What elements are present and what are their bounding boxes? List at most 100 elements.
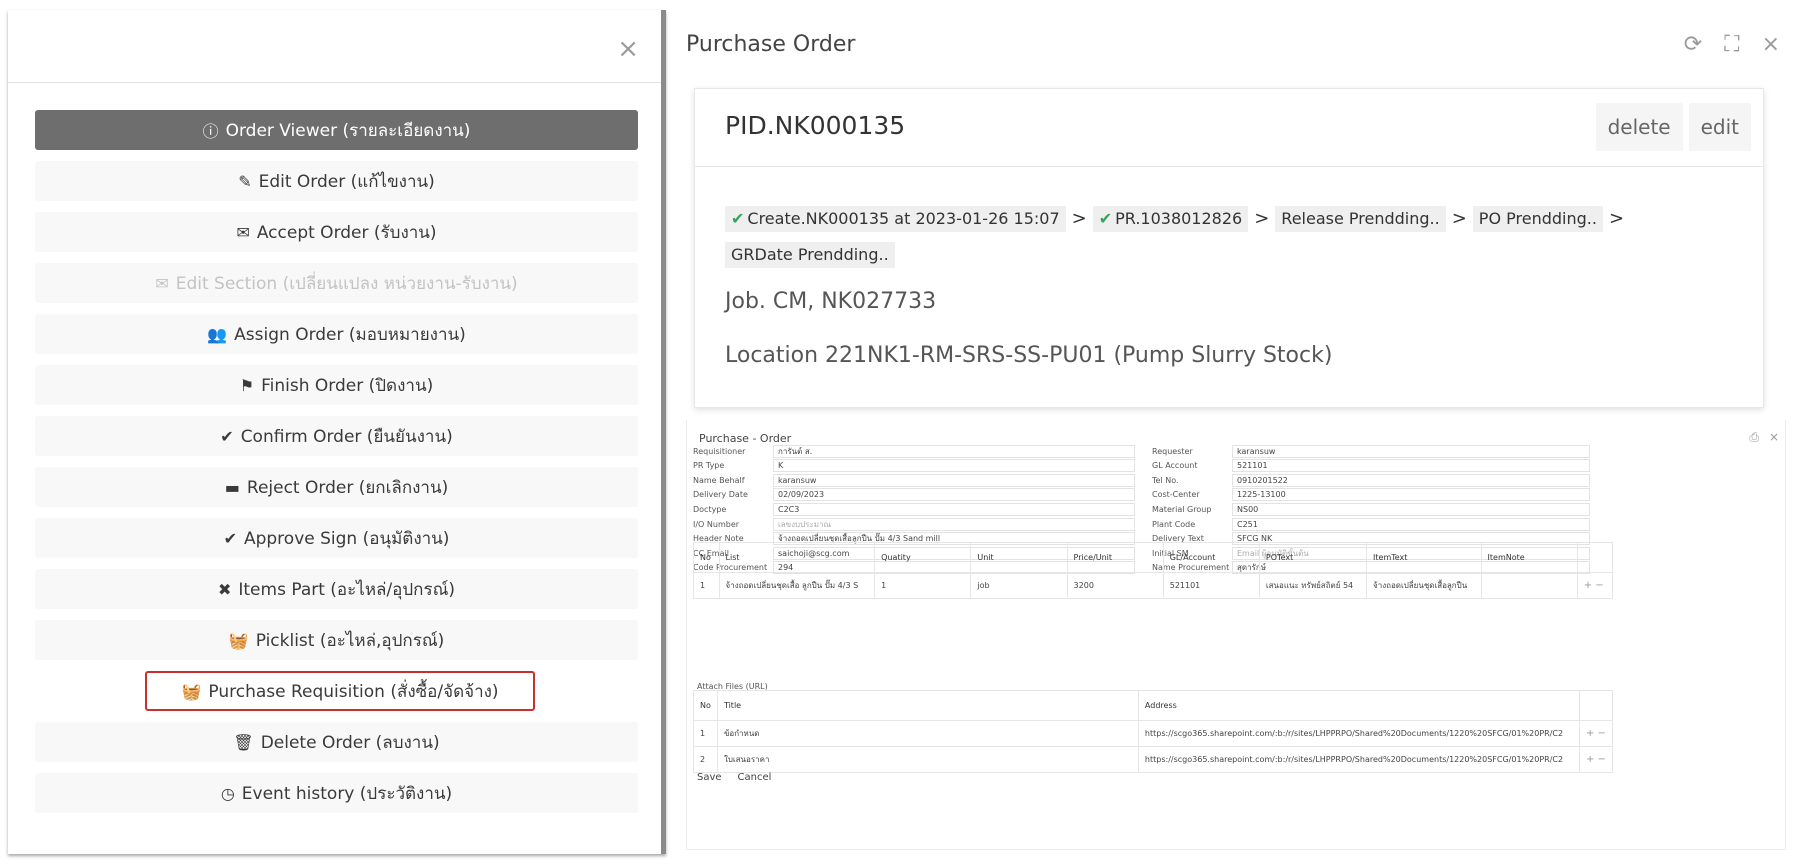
items-table: No List Quatity Unit Price/Unit GL/Account POT…	[693, 542, 1614, 599]
table-header-cell: GL/Account	[1162, 542, 1260, 573]
job-text: Job. CM, NK027733	[725, 289, 937, 314]
menu-item-icon: 🧺	[228, 630, 249, 650]
form-field-input[interactable]: 521101	[1232, 459, 1590, 473]
menu-item-label: Confirm Order (ยืนยันงาน)	[240, 426, 453, 447]
menu-item-icon: 🧺	[181, 681, 202, 701]
close-icon[interactable]: ×	[1762, 32, 1780, 57]
workflow-step: GRDate Prendding..	[725, 242, 895, 268]
fullscreen-icon[interactable]: ⛶	[1724, 32, 1739, 57]
menu-item-8[interactable]: ✔ Approve Sign (อนุมัติงาน)	[35, 518, 638, 558]
form-field-input[interactable]: การันต์ ส.	[773, 444, 1135, 458]
form-field-right-1: GL Account 521101	[1152, 459, 1590, 473]
check-circle-icon: ✔	[1098, 209, 1113, 228]
form-field-left-3: Delivery Date 02/09/2023	[693, 488, 1135, 502]
menu-item-3: ✉ Edit Section (เปลี่ยนแปลง หน่วยงาน-รับง…	[35, 263, 638, 303]
form-field-right-0: Requester karansuw	[1152, 444, 1590, 458]
table-cell: https://scgo365.sharepoint.com/:b:/r/sit…	[1137, 746, 1580, 773]
menu-item-1[interactable]: ✎ Edit Order (แก้ไขงาน)	[35, 161, 638, 201]
table-header-cell: ItemNote	[1480, 542, 1578, 573]
table-header-cell: Quatity	[874, 542, 972, 573]
menu-item-icon: ✔	[223, 528, 237, 548]
table-header-cell: Unit	[970, 542, 1068, 573]
menu-item-icon: ◷	[220, 783, 235, 803]
menu-item-6[interactable]: ✔ Confirm Order (ยืนยันงาน)	[35, 416, 638, 456]
form-field-input[interactable]: NS00	[1232, 502, 1590, 516]
form-field-input[interactable]: 1225-13100	[1232, 488, 1590, 502]
workflow-step-label: Release Prendding..	[1281, 209, 1440, 228]
table-header-cell: No	[693, 690, 718, 721]
po-panel-tools: ⟳ ⛶ ×	[1684, 32, 1780, 57]
form-field-label: Tel No.	[1152, 475, 1179, 485]
purchase-order-form: Purchase - Order ⎙ × Requisitioner การันต…	[686, 420, 1786, 850]
save-button[interactable]: Save	[697, 772, 722, 783]
form-field-left-1: PR Type K	[693, 459, 1135, 473]
table-cell: 2	[693, 746, 718, 773]
refresh-icon[interactable]: ⟳	[1684, 32, 1702, 57]
menu-item-0[interactable]: ⓘ Order Viewer (รายละเอียดงาน)	[35, 110, 638, 150]
menu-item-icon: ✔	[220, 426, 234, 446]
form-field-left-4: Doctype C2C3	[693, 502, 1135, 516]
po-panel-title: Purchase Order	[686, 32, 856, 57]
menu-item-12[interactable]: 🗑 Delete Order (ลบงาน)	[35, 722, 638, 762]
table-header-cell: No	[693, 542, 720, 573]
table-cell: https://scgo365.sharepoint.com/:b:/r/sit…	[1137, 720, 1580, 747]
chevron-right-icon: >	[1451, 208, 1467, 229]
menu-divider	[8, 82, 661, 83]
form-field-label: GL Account	[1152, 461, 1198, 471]
table-cell: ข้อกำหนด	[716, 720, 1139, 747]
row-add-remove-controls[interactable]: + −	[1578, 720, 1614, 747]
form-field-input[interactable]: 0910201522	[1232, 473, 1590, 487]
form-field-input[interactable]: 02/09/2023	[773, 488, 1135, 502]
form-field-input[interactable]: karansuw	[773, 473, 1135, 487]
table-header-cell	[1578, 690, 1614, 721]
form-close-icon[interactable]: ×	[1769, 430, 1779, 445]
form-field-input[interactable]: C251	[1232, 517, 1590, 531]
menu-item-label: Accept Order (รับงาน)	[256, 222, 437, 243]
workflow-step-label: PO Prendding..	[1478, 209, 1597, 228]
menu-item-4[interactable]: 👥 Assign Order (มอบหมายงาน)	[35, 314, 638, 354]
form-field-label: Requisitioner	[693, 446, 746, 456]
menu-item-2[interactable]: ✉ Accept Order (รับงาน)	[35, 212, 638, 252]
cancel-button[interactable]: Cancel	[738, 772, 772, 783]
table-header-cell: List	[718, 542, 876, 573]
table-header-cell: POText	[1258, 542, 1368, 573]
form-field-input[interactable]: karansuw	[1232, 444, 1590, 458]
form-field-input[interactable]: K	[773, 459, 1135, 473]
form-field-label: Plant Code	[1152, 519, 1196, 529]
table-cell: ใบเสนอราคา	[716, 746, 1139, 773]
menu-item-icon: 👥	[207, 324, 228, 344]
form-buttons: Save Cancel	[697, 772, 771, 783]
form-field-input[interactable]: C2C3	[773, 502, 1135, 516]
workflow-step: ✔ Create.NK000135 at 2023-01-26 15:07	[725, 206, 1066, 232]
menu-item-icon: ✉	[236, 222, 250, 242]
purchase-order-panel: Purchase Order ⟳ ⛶ × PID.NK000135 delete…	[676, 0, 1794, 866]
menu-item-5[interactable]: ⚑ Finish Order (ปิดงาน)	[35, 365, 638, 405]
menu-item-11[interactable]: 🧺 Purchase Requisition (สั่งซื้อ/จัดจ้าง)	[145, 671, 535, 711]
menu-item-7[interactable]: ▬ Reject Order (ยกเลิกงาน)	[35, 467, 638, 507]
menu-item-10[interactable]: 🧺 Picklist (อะไหล่,อุปกรณ์)	[35, 620, 638, 660]
menu-item-9[interactable]: ✖ Items Part (อะไหล่/อุปกรณ์)	[35, 569, 638, 609]
row-add-remove-controls[interactable]: + −	[1578, 746, 1614, 773]
screen: × ⓘ Order Viewer (รายละเอียดงาน) ✎ Edit Ord…	[0, 0, 1794, 866]
menu-list: ⓘ Order Viewer (รายละเอียดงาน) ✎ Edit Order…	[35, 110, 638, 824]
form-field-label: Material Group	[1152, 504, 1212, 514]
workflow-step: PO Prendding..	[1472, 206, 1603, 232]
items-header-row: No List Quatity Unit Price/Unit GL/Account POT…	[693, 542, 1614, 573]
menu-close-icon[interactable]: ×	[617, 36, 639, 62]
menu-item-label: Approve Sign (อนุมัติงาน)	[243, 528, 450, 549]
menu-item-icon: ✉	[155, 273, 169, 293]
menu-item-label: Picklist (อะไหล่,อุปกรณ์)	[255, 630, 445, 651]
chevron-right-icon: >	[1254, 208, 1270, 229]
print-icon[interactable]: ⎙	[1749, 430, 1759, 445]
workflow-step-label: Create.NK000135 at 2023-01-26 15:07	[747, 209, 1060, 228]
edit-button[interactable]: edit	[1688, 103, 1751, 151]
form-field-label: PR Type	[693, 461, 725, 471]
menu-item-13[interactable]: ◷ Event history (ประวัติงาน)	[35, 773, 638, 813]
row-add-remove-controls[interactable]: + −	[1576, 572, 1614, 599]
form-field-input[interactable]: เลขงบประมาณ	[773, 517, 1135, 531]
delete-button[interactable]: delete	[1595, 103, 1683, 151]
menu-item-icon: ✖	[217, 579, 232, 599]
order-pid: PID.NK000135	[725, 111, 906, 140]
chevron-right-icon: >	[1608, 208, 1625, 229]
table-header-cell: Address	[1137, 690, 1580, 721]
